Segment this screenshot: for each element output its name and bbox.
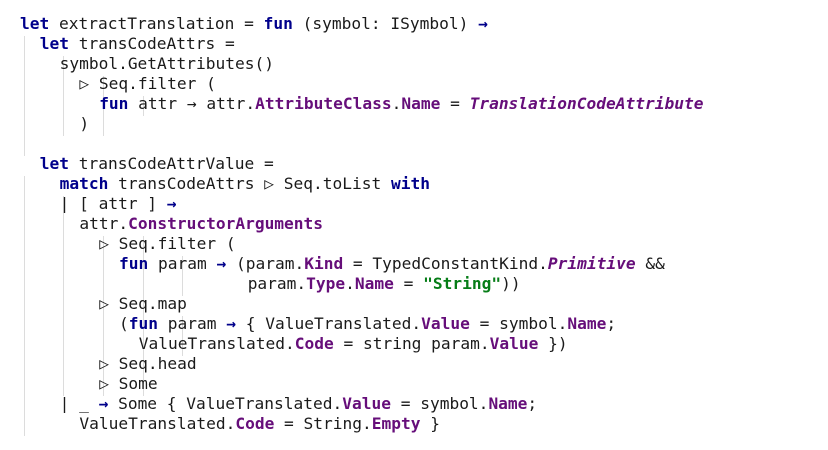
code-token: TranslationCodeAttribute	[469, 94, 704, 113]
code-token: ;	[606, 314, 617, 333]
code-token: Value	[421, 314, 470, 333]
code-line: let transCodeAttrValue =	[40, 154, 274, 174]
code-line: let extractTranslation = fun (symbol: IS…	[20, 14, 488, 34]
code-token: = TypedConstantKind.	[343, 254, 548, 273]
code-token: (symbol: ISymbol)	[292, 14, 479, 33]
code-token: with	[390, 174, 430, 193]
code-token: Primitive	[547, 254, 636, 273]
code-token: →	[478, 14, 488, 33]
code-line: )	[79, 114, 89, 134]
code-token: (	[119, 314, 129, 333]
code-token: )	[79, 114, 90, 133]
code-token: Name	[567, 314, 607, 333]
code-token: ValueTranslated.	[79, 414, 236, 433]
code-line: ▷ Seq.head	[99, 354, 196, 374]
code-line: ValueTranslated.Code = string param.Valu…	[139, 334, 568, 354]
code-token: attr.	[79, 214, 129, 233]
code-token: Code	[235, 414, 275, 433]
code-token: Value	[342, 394, 391, 413]
code-token: →	[166, 194, 177, 213]
code-token: param	[158, 314, 227, 333]
code-token: match	[59, 174, 109, 193]
code-token: ▷ Seq.map	[99, 294, 187, 313]
code-line: symbol.GetAttributes()	[60, 54, 274, 74]
code-token: { ValueTranslated.	[235, 314, 422, 333]
code-line: fun attr → attr.AttributeClass.Name = Tr…	[99, 94, 703, 114]
code-token: = String.	[274, 414, 372, 433]
code-line: let transCodeAttrs =	[40, 34, 235, 54]
code-token: Value	[489, 334, 539, 353]
code-token: →	[226, 314, 236, 333]
code-line: ▷ Some	[99, 374, 157, 394]
indent-guide	[24, 36, 25, 156]
code-token: transCodeAttrValue =	[69, 154, 274, 173]
code-token: Code	[294, 334, 334, 353]
code-token: ))	[501, 274, 521, 293]
code-token: ConstructorArguments	[128, 214, 324, 233]
code-token: let	[39, 34, 70, 53]
code-token: let	[20, 14, 50, 33]
code-token: "String"	[423, 274, 502, 293]
code-token: = string param.	[333, 334, 490, 353]
code-line: match transCodeAttrs ▷ Seq.toList with	[60, 174, 430, 194]
code-token: let	[39, 154, 70, 173]
code-token: ▷ Some	[99, 374, 158, 393]
code-token: ▷ Seq.filter (	[99, 234, 236, 253]
code-token: Kind	[304, 254, 344, 273]
code-line: param.Type.Name = "String"))	[248, 274, 521, 294]
code-token: extractTranslation =	[49, 14, 264, 33]
code-token: attr → attr.	[128, 94, 256, 113]
code-token: fun	[99, 94, 129, 113]
code-token: =	[393, 274, 424, 293]
code-token: Name	[488, 394, 528, 413]
code-line: ▷ Seq.map	[99, 294, 187, 314]
code-line: (fun param → { ValueTranslated.Value = s…	[119, 314, 616, 334]
code-line: | [ attr ] →	[60, 194, 177, 214]
code-token: →	[216, 254, 227, 273]
code-editor[interactable]: let extractTranslation = fun (symbol: IS…	[0, 0, 828, 450]
code-token: fun	[128, 314, 158, 333]
code-token: })	[538, 334, 568, 353]
code-token: →	[98, 394, 109, 413]
code-token: Empty	[371, 414, 421, 433]
indent-guide	[63, 196, 64, 396]
code-token: fun	[263, 14, 293, 33]
code-token: .	[391, 94, 402, 113]
code-token: ValueTranslated.	[138, 334, 295, 353]
code-token: =	[440, 94, 470, 113]
code-token: &&	[635, 254, 665, 273]
code-line: | _ → Some { ValueTranslated.Value = sym…	[60, 394, 538, 414]
code-token: param.	[247, 274, 307, 293]
code-token: | _	[59, 394, 99, 413]
code-token: Name	[354, 274, 394, 293]
code-token: AttributeClass	[255, 94, 392, 113]
code-token: ▷ Seq.head	[99, 354, 197, 373]
code-token: Type	[306, 274, 346, 293]
code-token: .	[345, 274, 355, 293]
code-token: Name	[401, 94, 441, 113]
code-token: Some { ValueTranslated.	[108, 394, 343, 413]
code-token: transCodeAttrs ▷ Seq.toList	[108, 174, 391, 193]
code-token: | [ attr ]	[59, 194, 167, 213]
code-line: ▷ Seq.filter (	[79, 74, 215, 94]
code-token: }	[420, 414, 441, 433]
code-token: fun	[119, 254, 149, 273]
code-token: ;	[527, 394, 538, 413]
code-token: transCodeAttrs =	[69, 34, 235, 53]
code-line: ValueTranslated.Code = String.Empty }	[79, 414, 440, 434]
code-token: = symbol.	[469, 314, 568, 333]
code-line: fun param → (param.Kind = TypedConstantK…	[119, 254, 665, 274]
code-line: attr.ConstructorArguments	[79, 214, 323, 234]
code-token: symbol.GetAttributes()	[59, 54, 274, 73]
code-token: ▷ Seq.filter (	[79, 74, 216, 93]
code-token: = symbol.	[390, 394, 489, 413]
code-token: param	[148, 254, 217, 273]
indent-guide	[24, 176, 25, 436]
code-line: ▷ Seq.filter (	[99, 234, 235, 254]
code-token: (param.	[226, 254, 305, 273]
